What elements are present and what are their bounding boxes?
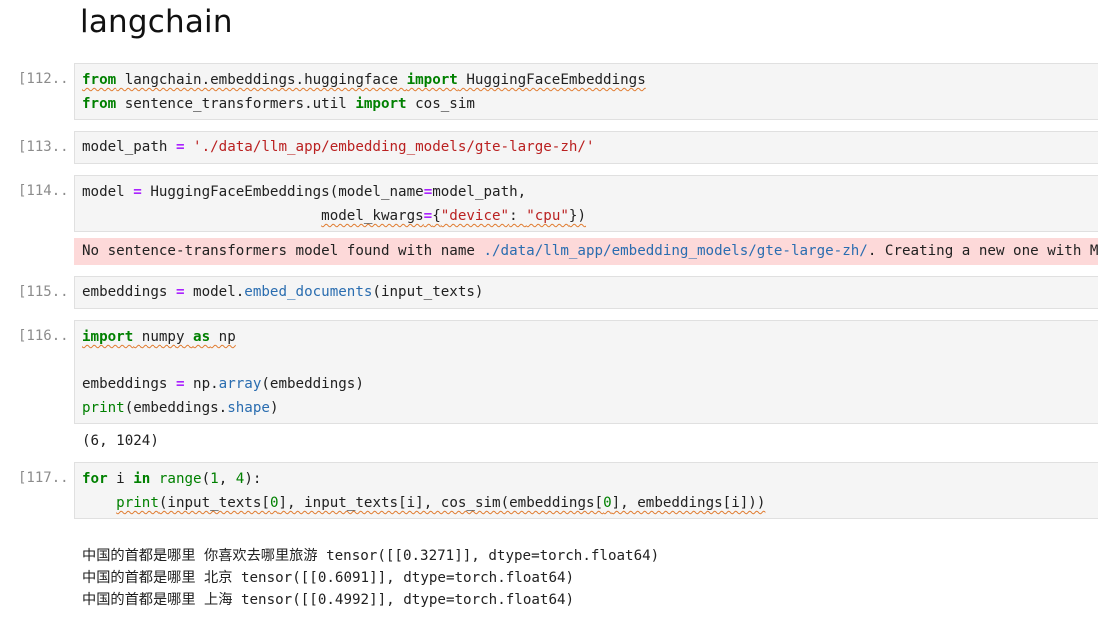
code-line: embeddings = model.embed_documents(input… — [82, 280, 1098, 304]
output-line: 中国的首都是哪里 你喜欢去哪里旅游 tensor([[0.3271]], dty… — [82, 548, 660, 564]
builtin: range — [158, 471, 202, 487]
brace: { — [432, 208, 441, 224]
code-line: model_path = './data/llm_app/embedding_m… — [82, 135, 1098, 159]
module-name: numpy — [133, 329, 194, 345]
code-line: print(input_texts[ 0], input_texts[i], co… — [82, 491, 1098, 515]
argument: (input_texts[ — [158, 495, 270, 511]
argument: (embeddings. — [124, 400, 228, 416]
attribute: shape — [227, 400, 270, 416]
variable: embeddings — [82, 376, 168, 392]
code-cell-114[interactable]: model = HuggingFaceEmbeddings(model_name… — [74, 175, 1098, 232]
keyword: import — [406, 72, 458, 88]
cell-prompt-116: [116... — [18, 328, 70, 344]
object: np. — [193, 376, 219, 392]
call: HuggingFaceEmbeddings(model_name — [150, 184, 424, 200]
stderr-text: . Creating a new one with MEAN pooling. — [867, 243, 1098, 259]
import-name: cos_sim — [406, 96, 475, 112]
operator: = — [423, 208, 433, 224]
paren: ): — [244, 471, 262, 487]
code-cell-117[interactable]: for i in range(1, 4): print(input_texts[… — [74, 462, 1098, 519]
cell-prompt-113: [113... — [18, 139, 70, 155]
argument: (embeddings) — [261, 376, 364, 392]
stderr-path: ./data/llm_app/embedding_models/gte-larg… — [483, 243, 868, 259]
variable: model — [82, 184, 125, 200]
cell-prompt-117: [117... — [18, 470, 70, 486]
code-line: print(embeddings.shape) — [82, 396, 1098, 420]
code-line: model = HuggingFaceEmbeddings(model_name… — [82, 180, 1098, 204]
output-line: 中国的首都是哪里 北京 tensor([[0.6091]], dtype=tor… — [82, 570, 575, 586]
code-line: for i in range(1, 4): — [82, 467, 1098, 491]
operator: = — [423, 184, 433, 200]
method: embed_documents — [244, 284, 373, 300]
alias: np — [210, 329, 236, 345]
cell-prompt-112: [112... — [18, 71, 70, 87]
cell-output-117: 中国的首都是哪里 你喜欢去哪里旅游 tensor([[0.3271]], dty… — [74, 523, 1098, 633]
module-name: langchain.embeddings.huggingface — [116, 72, 407, 88]
import-name: HuggingFaceEmbeddings — [457, 72, 646, 88]
cell-prompt-115: [115... — [18, 284, 70, 300]
comma: , — [218, 471, 236, 487]
paren: ) — [269, 400, 279, 416]
code-line: from langchain.embeddings.huggingface im… — [82, 68, 1098, 92]
keyword: from — [82, 96, 117, 112]
operator: = — [167, 284, 194, 300]
number: 1 — [210, 471, 219, 487]
code-cell-115[interactable]: embeddings = model.embed_documents(input… — [74, 276, 1098, 309]
string-literal: './data/llm_app/embedding_models/gte-lar… — [193, 139, 595, 155]
argument: ], input_texts[i], cos_sim(embeddings[ — [278, 495, 604, 511]
module-name: sentence_transformers.util — [116, 96, 356, 112]
output-line: 中国的首都是哪里 上海 tensor([[0.4992]], dtype=tor… — [82, 592, 575, 608]
keyword: import — [355, 96, 407, 112]
operator: = — [167, 139, 194, 155]
builtin: print — [116, 495, 159, 511]
argument: ], embeddings[i])) — [611, 495, 766, 511]
keyword: as — [193, 329, 211, 345]
code-line: import numpy as np — [82, 325, 1098, 349]
code-cell-113[interactable]: model_path = './data/llm_app/embedding_m… — [74, 131, 1098, 164]
keyword: for — [82, 471, 108, 487]
operator: = — [124, 184, 151, 200]
argument: model_kwargs — [321, 208, 424, 224]
builtin: print — [82, 400, 125, 416]
code-line: embeddings = np.array(embeddings) — [82, 372, 1098, 396]
object: model. — [193, 284, 245, 300]
brace: }) — [568, 208, 587, 224]
keyword: from — [82, 72, 117, 88]
operator: = — [167, 376, 194, 392]
string-literal: "cpu" — [526, 208, 569, 224]
stderr-text: No sentence-transformers model found wit… — [82, 243, 484, 259]
argument: model_path, — [432, 184, 527, 200]
variable: i — [107, 471, 134, 487]
number: 0 — [603, 495, 612, 511]
variable: embeddings — [82, 284, 168, 300]
colon: : — [509, 208, 527, 224]
string-literal: "device" — [440, 208, 510, 224]
cell-prompt-114: [114... — [18, 183, 70, 199]
cell-output-116: (6, 1024) — [82, 433, 159, 449]
paren: ( — [201, 471, 211, 487]
variable: model_path — [82, 139, 168, 155]
code-line: from sentence_transformers.util import c… — [82, 92, 1098, 116]
argument: (input_texts) — [372, 284, 484, 300]
code-cell-112[interactable]: from langchain.embeddings.huggingface im… — [74, 63, 1098, 120]
stderr-output-114: No sentence-transformers model found wit… — [74, 238, 1098, 265]
keyword: import — [82, 329, 134, 345]
notebook-heading: langchain — [80, 4, 233, 40]
code-line: model_kwargs={"device": "cpu"}) — [82, 204, 1098, 228]
method: array — [218, 376, 262, 392]
keyword: in — [133, 471, 151, 487]
code-cell-116[interactable]: import numpy as np embeddings = np.array… — [74, 320, 1098, 424]
